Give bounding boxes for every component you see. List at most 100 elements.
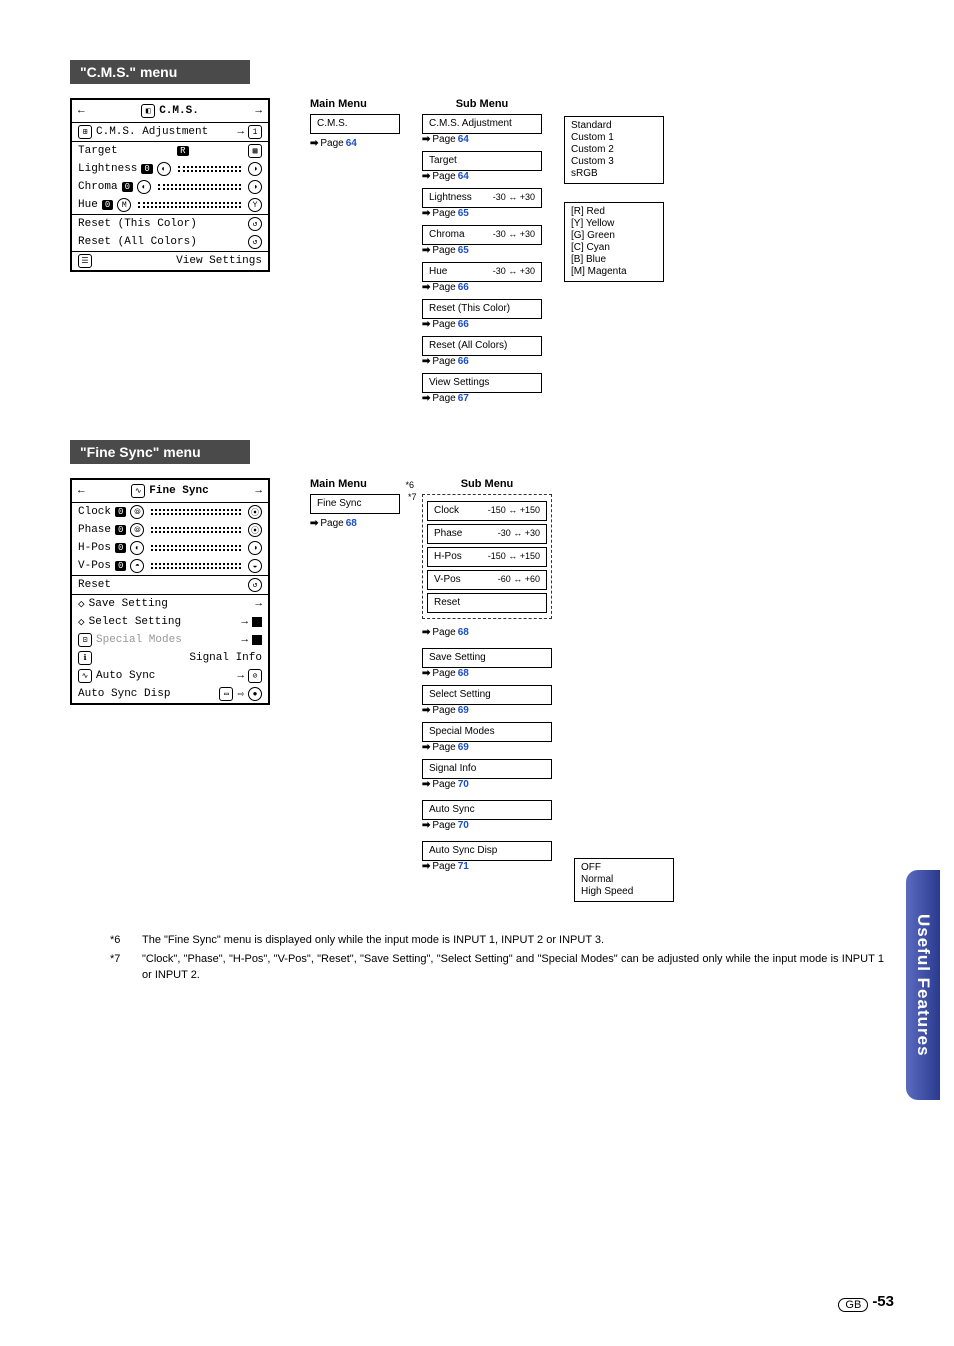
autosync-row: Auto Sync (96, 670, 233, 682)
page-link[interactable]: 68 (346, 518, 357, 529)
sync-icon: ∿ (131, 484, 145, 498)
fs-main-box: Fine Sync (310, 494, 400, 514)
page-link[interactable]: 65 (458, 245, 469, 256)
dec-icon: ◓ (130, 559, 144, 573)
note-7-tag: *7 (110, 951, 134, 984)
chroma-label: Chroma (78, 181, 118, 193)
sub-box: Reset (All Colors) (422, 336, 542, 356)
phase-value: 0 (115, 525, 126, 535)
chroma-value: 0 (122, 182, 133, 192)
sub-box: Select Setting (422, 685, 552, 705)
page-link[interactable]: 69 (458, 742, 469, 753)
signal-info-row: Signal Info (189, 652, 262, 664)
sub-box: Save Setting (422, 648, 552, 668)
hue-value: 0 (102, 200, 113, 210)
page-link[interactable]: 64 (458, 134, 469, 145)
sub-menu-heading: Sub Menu (422, 478, 552, 490)
special-modes-row: Special Modes (96, 634, 237, 646)
inc-icon: ⦿ (248, 523, 262, 537)
arrow-left-icon: ← (78, 105, 85, 117)
arrow-right-icon: → (237, 670, 244, 682)
options-box: StandardCustom 1Custom 2Custom 3sRGB (564, 116, 664, 184)
osd-title: C.M.S. (159, 105, 199, 117)
page-link[interactable]: 71 (458, 861, 469, 872)
page-link[interactable]: 67 (458, 393, 469, 404)
footnote-marker-7: *7 (408, 492, 417, 502)
section-tab: Useful Features (906, 870, 940, 1100)
sub-box: Auto Sync (422, 800, 552, 820)
view-icon: ☰ (78, 254, 92, 268)
page-link[interactable]: 64 (458, 171, 469, 182)
arrow-right-icon: → (241, 634, 248, 646)
target-value: R (177, 146, 188, 156)
arrow-right-icon: → (241, 616, 248, 628)
page-link[interactable]: 68 (458, 627, 469, 638)
sync-icon: ∿ (78, 669, 92, 683)
cms-main-box: C.M.S. (310, 114, 400, 134)
vpos-label: V-Pos (78, 560, 111, 572)
inc-icon: ◒ (248, 559, 262, 573)
reset-all-row: Reset (All Colors) (78, 236, 244, 248)
vpos-value: 0 (115, 561, 126, 571)
finesync-menu-heading: "Fine Sync" menu (70, 440, 250, 464)
page-link[interactable]: 66 (458, 356, 469, 367)
options-box: [R] Red[Y] Yellow[G] Green[C] Cyan[B] Bl… (564, 202, 664, 282)
reset-this-row: Reset (This Color) (78, 218, 244, 230)
options-box: OFFNormalHigh Speed (574, 858, 674, 902)
cms-adjustment-row: C.M.S. Adjustment (96, 126, 233, 138)
modes-icon: ⊡ (78, 633, 92, 647)
sub-box: Chroma-30 ↔ +30 (422, 225, 542, 245)
page-link[interactable]: 68 (458, 668, 469, 679)
page-link[interactable]: 64 (346, 138, 357, 149)
reset-row: Reset (78, 579, 244, 591)
cms-tree: Main Menu C.M.S. ➡Page 64 Sub Menu C.M.S… (310, 98, 664, 410)
page-link[interactable]: 66 (458, 319, 469, 330)
inc-icon: ◑ (248, 541, 262, 555)
clock-label: Clock (78, 506, 111, 518)
arrow-right-icon: → (255, 485, 262, 497)
sub-box: Signal Info (422, 759, 552, 779)
page-link[interactable]: 66 (458, 282, 469, 293)
page-label: Page (320, 518, 343, 529)
cms-menu-heading: "C.M.S." menu (70, 60, 250, 84)
reset-icon: ↺ (248, 235, 262, 249)
dec-icon: ◐ (157, 162, 171, 176)
reset-icon: ↺ (248, 578, 262, 592)
autosync-disp-row: Auto Sync Disp (78, 688, 215, 700)
clock-value: 0 (115, 507, 126, 517)
sub-box: Clock-150 ↔ +150 (427, 501, 547, 521)
page-link[interactable]: 70 (458, 779, 469, 790)
inc-icon: Y (248, 198, 262, 212)
note-6-text: The "Fine Sync" menu is displayed only w… (142, 932, 884, 949)
lightness-label: Lightness (78, 163, 137, 175)
arrow-right-icon: → (255, 598, 262, 610)
disp-icon: ▭ (219, 687, 233, 701)
page-link[interactable]: 69 (458, 705, 469, 716)
note-7-text: "Clock", "Phase", "H-Pos", "V-Pos", "Res… (142, 951, 884, 984)
diamond-icon: ◇ (78, 597, 85, 611)
hue-label: Hue (78, 199, 98, 211)
note-6-tag: *6 (110, 932, 134, 949)
arrow-left-icon: ← (78, 485, 85, 497)
locale-badge: GB (838, 1298, 868, 1312)
sub-box: Reset (This Color) (422, 299, 542, 319)
page-link[interactable]: 70 (458, 820, 469, 831)
target-label: Target (78, 145, 118, 157)
sub-box: H-Pos-150 ↔ +150 (427, 547, 547, 567)
osd-title: Fine Sync (149, 485, 208, 497)
footnote-marker-6: *6 (405, 480, 414, 490)
lightness-value: 0 (141, 164, 152, 174)
sub-box: Phase-30 ↔ +30 (427, 524, 547, 544)
sub-box: Hue-30 ↔ +30 (422, 262, 542, 282)
view-settings-row: View Settings (176, 255, 262, 267)
arrow-right-icon: → (237, 126, 244, 138)
inc-icon: ⦿ (248, 505, 262, 519)
dec-icon: ◐ (130, 541, 144, 555)
mode-indicator: 1 (248, 125, 262, 139)
footnotes: *6 The "Fine Sync" menu is displayed only… (110, 932, 884, 984)
save-setting-row: Save Setting (89, 598, 252, 610)
dec-icon: ⦾ (130, 505, 144, 519)
cms-icon: ◧ (141, 104, 155, 118)
page-link[interactable]: 65 (458, 208, 469, 219)
finesync-osd: ← ∿Fine Sync → Clock0⦾⦿ Phase0⦾⦿ H-Pos0◐… (70, 478, 270, 705)
